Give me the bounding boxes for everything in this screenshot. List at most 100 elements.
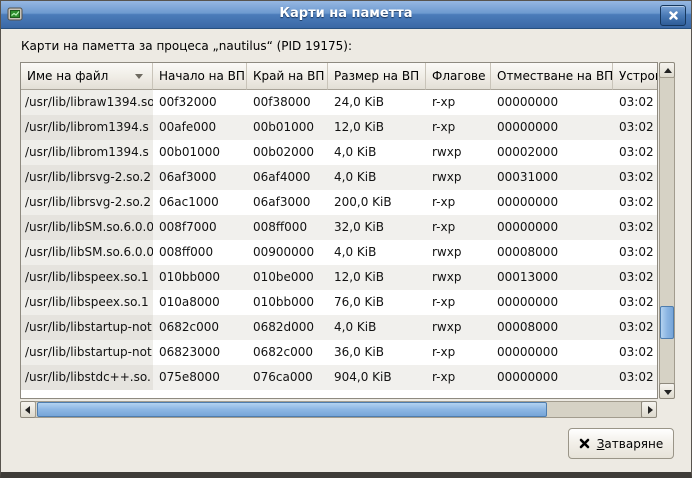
close-x-icon bbox=[579, 438, 590, 449]
column-header[interactable]: Устройство bbox=[613, 63, 657, 90]
table-cell: rwxp bbox=[426, 240, 491, 265]
table-cell: 00008000 bbox=[491, 315, 613, 340]
arrow-up-icon bbox=[664, 68, 672, 73]
table-cell: 00031000 bbox=[491, 165, 613, 190]
process-maps-label: Карти на паметта за процеса „nautilus“ (… bbox=[21, 39, 352, 53]
table-cell: 00002000 bbox=[491, 140, 613, 165]
table-cell: 03:02 bbox=[613, 215, 657, 240]
table-cell: /usr/lib/librsvg-2.so.2 bbox=[21, 165, 153, 190]
table-row[interactable]: /usr/lib/librom1394.s00afe00000b0100012,… bbox=[21, 115, 657, 140]
table-cell: r-xp bbox=[426, 365, 491, 390]
table-cell: 76,0 KiB bbox=[328, 290, 426, 315]
vertical-scrollbar[interactable] bbox=[659, 62, 675, 399]
close-dialog-button[interactable]: Затваряне bbox=[568, 428, 674, 459]
table-cell: 00000000 bbox=[491, 215, 613, 240]
table-row[interactable]: /usr/lib/libstartup-not0682c0000682d0004… bbox=[21, 315, 657, 340]
table-cell: 00b01000 bbox=[247, 115, 328, 140]
scroll-right-button[interactable] bbox=[641, 401, 657, 418]
column-header[interactable]: Начало на ВП bbox=[153, 63, 247, 90]
table-cell: /usr/lib/libstartup-not bbox=[21, 315, 153, 340]
table-cell: r-xp bbox=[426, 290, 491, 315]
table-cell: 00000000 bbox=[491, 90, 613, 115]
table-row[interactable]: /usr/lib/librsvg-2.so.206ac100006af30002… bbox=[21, 190, 657, 215]
arrow-right-icon bbox=[648, 406, 653, 414]
column-header[interactable]: Флагове bbox=[426, 63, 491, 90]
table-cell: 03:02 bbox=[613, 365, 657, 390]
table-cell: 36,0 KiB bbox=[328, 340, 426, 365]
table-cell: /usr/lib/libraw1394.so bbox=[21, 90, 153, 115]
table-cell: r-xp bbox=[426, 190, 491, 215]
table-cell: /usr/lib/librsvg-2.so.2 bbox=[21, 190, 153, 215]
table-cell: r-xp bbox=[426, 340, 491, 365]
table-row[interactable]: /usr/lib/libSM.so.6.0.0008f7000008ff0003… bbox=[21, 215, 657, 240]
table-cell: 06ac1000 bbox=[153, 190, 247, 215]
column-header[interactable]: Край на ВП bbox=[247, 63, 328, 90]
table-cell: /usr/lib/libstartup-not bbox=[21, 340, 153, 365]
table-cell: 00b02000 bbox=[247, 140, 328, 165]
table-cell: 00008000 bbox=[491, 240, 613, 265]
table-cell: 06af4000 bbox=[247, 165, 328, 190]
table-cell: 4,0 KiB bbox=[328, 240, 426, 265]
table-header-row: Име на файлНачало на ВПКрай на ВПРазмер … bbox=[21, 63, 657, 90]
table-row[interactable]: /usr/lib/libstdc++.so.075e8000076ca00090… bbox=[21, 365, 657, 390]
table-cell: 010a8000 bbox=[153, 290, 247, 315]
table-row[interactable]: /usr/lib/librom1394.s00b0100000b020004,0… bbox=[21, 140, 657, 165]
window-close-button[interactable] bbox=[660, 5, 686, 26]
table-row[interactable]: /usr/lib/libstartup-not068230000682c0003… bbox=[21, 340, 657, 365]
scroll-down-button[interactable] bbox=[659, 383, 675, 399]
table-row[interactable]: /usr/lib/libSM.so.6.0.0008ff000009000004… bbox=[21, 240, 657, 265]
table-cell: /usr/lib/librom1394.s bbox=[21, 115, 153, 140]
table-cell: 904,0 KiB bbox=[328, 365, 426, 390]
table-cell: /usr/lib/libspeex.so.1 bbox=[21, 290, 153, 315]
close-button-label: Затваряне bbox=[597, 437, 664, 451]
vertical-scroll-thumb[interactable] bbox=[660, 306, 674, 339]
horizontal-scrollbar[interactable] bbox=[20, 401, 657, 418]
close-icon bbox=[669, 11, 678, 20]
horizontal-scroll-thumb[interactable] bbox=[37, 402, 547, 417]
table-cell: /usr/lib/libspeex.so.1 bbox=[21, 265, 153, 290]
table-cell: /usr/lib/libSM.so.6.0.0 bbox=[21, 215, 153, 240]
table-cell: 00f38000 bbox=[247, 90, 328, 115]
table-cell: 0682c000 bbox=[153, 315, 247, 340]
table-row[interactable]: /usr/lib/libraw1394.so00f3200000f3800024… bbox=[21, 90, 657, 115]
table-cell: 24,0 KiB bbox=[328, 90, 426, 115]
table-cell: 00900000 bbox=[247, 240, 328, 265]
table-row[interactable]: /usr/lib/librsvg-2.so.206af300006af40004… bbox=[21, 165, 657, 190]
table-cell: 4,0 KiB bbox=[328, 165, 426, 190]
table-cell: 0682d000 bbox=[247, 315, 328, 340]
column-header[interactable]: Размер на ВП bbox=[328, 63, 426, 90]
system-monitor-icon[interactable] bbox=[7, 6, 23, 22]
table-cell: r-xp bbox=[426, 90, 491, 115]
scroll-up-button[interactable] bbox=[659, 62, 675, 78]
table-row[interactable]: /usr/lib/libspeex.so.1010a8000010bb00076… bbox=[21, 290, 657, 315]
window-title: Карти на паметта bbox=[41, 6, 651, 21]
table-cell: 00000000 bbox=[491, 115, 613, 140]
table-cell: 008ff000 bbox=[247, 215, 328, 240]
table-cell: 00013000 bbox=[491, 265, 613, 290]
table-body: /usr/lib/libraw1394.so00f3200000f3800024… bbox=[21, 90, 657, 390]
table-cell: 4,0 KiB bbox=[328, 315, 426, 340]
table-cell: rwxp bbox=[426, 315, 491, 340]
column-header[interactable]: Отместване на ВП bbox=[491, 63, 613, 90]
table-cell: 03:02 bbox=[613, 165, 657, 190]
scroll-left-button[interactable] bbox=[20, 401, 36, 418]
table-row[interactable]: /usr/lib/libspeex.so.1010bb000010be00012… bbox=[21, 265, 657, 290]
table-cell: 06823000 bbox=[153, 340, 247, 365]
table-cell: 03:02 bbox=[613, 190, 657, 215]
table-cell: 008f7000 bbox=[153, 215, 247, 240]
table-cell: 0682c000 bbox=[247, 340, 328, 365]
titlebar[interactable]: Карти на паметта bbox=[1, 1, 691, 29]
table-cell: 200,0 KiB bbox=[328, 190, 426, 215]
table-cell: rwxp bbox=[426, 165, 491, 190]
table-cell: 00000000 bbox=[491, 365, 613, 390]
table-cell: 03:02 bbox=[613, 90, 657, 115]
table-cell: 03:02 bbox=[613, 265, 657, 290]
table-cell: /usr/lib/librom1394.s bbox=[21, 140, 153, 165]
memory-maps-dialog: Карти на паметта Карти на паметта за про… bbox=[0, 0, 692, 478]
table-cell: 010bb000 bbox=[247, 290, 328, 315]
table-cell: 03:02 bbox=[613, 140, 657, 165]
column-header[interactable]: Име на файл bbox=[21, 63, 153, 90]
table-cell: 008ff000 bbox=[153, 240, 247, 265]
table-cell: 4,0 KiB bbox=[328, 140, 426, 165]
table-cell: 12,0 KiB bbox=[328, 265, 426, 290]
